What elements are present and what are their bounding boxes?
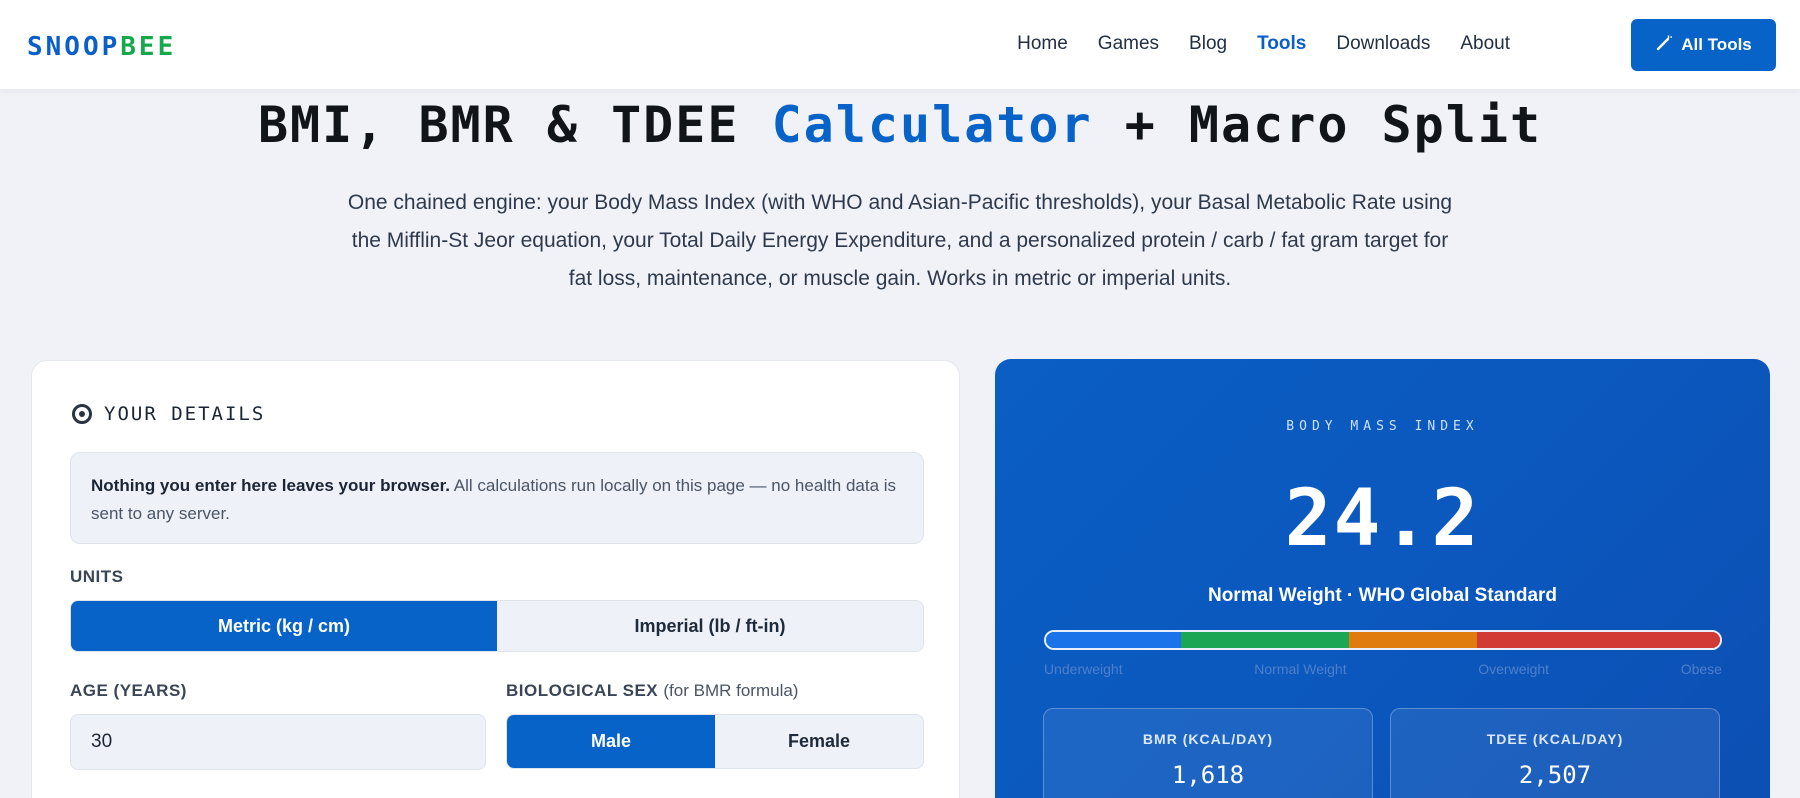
nav-menu: Home Games Blog Tools Downloads About — [987, 33, 1510, 55]
bmr-stat: BMR (KCAL/DAY) 1,618 — [1043, 708, 1373, 798]
bmr-label: BMR (KCAL/DAY) — [1142, 731, 1274, 747]
nav-blog[interactable]: Blog — [1189, 33, 1227, 55]
wand-icon — [1655, 34, 1673, 57]
scale-segment-overweight — [1349, 632, 1478, 648]
nav-games[interactable]: Games — [1098, 33, 1159, 55]
top-nav: SNOOPBEE Home Games Blog Tools Downloads… — [0, 0, 1800, 89]
title-highlight: Calculator — [771, 96, 1093, 154]
bmi-status: Normal Weight · WHO Global Standard — [1207, 585, 1558, 606]
all-tools-label: All Tools — [1681, 35, 1752, 54]
nav-home[interactable]: Home — [1017, 33, 1068, 55]
details-card: YOUR DETAILS Nothing you enter here leav… — [31, 360, 960, 798]
logo-part-1: SNOOP — [27, 32, 121, 62]
units-toggle: Metric (kg / cm) Imperial (lb / ft-in) — [70, 600, 924, 652]
scale-label-obese: Obese — [1680, 661, 1722, 677]
bmi-scale-labels: Underweight Normal Weight Overweight Obe… — [1044, 661, 1722, 677]
scale-segment-obese — [1477, 632, 1720, 648]
nav-about[interactable]: About — [1460, 33, 1510, 55]
scale-label-normal: Normal Weight — [1254, 661, 1347, 677]
nav-tools[interactable]: Tools — [1257, 33, 1306, 55]
tdee-label: TDEE (KCAL/DAY) — [1486, 731, 1624, 747]
title-part-a: BMI, BMR & TDEE — [257, 96, 772, 154]
sex-male-option[interactable]: Male — [507, 715, 715, 768]
gear-icon — [72, 404, 92, 424]
tdee-value: 2,507 — [1518, 761, 1592, 789]
age-label: AGE (YEARS) — [70, 681, 187, 700]
sex-female-option[interactable]: Female — [715, 715, 923, 768]
age-input[interactable]: 30 — [70, 714, 486, 770]
privacy-note-bold: Nothing you enter here leaves your brows… — [91, 476, 450, 495]
sex-toggle: Male Female — [506, 714, 924, 769]
results-card: BODY MASS INDEX 24.2 Normal Weight · WHO… — [995, 359, 1770, 798]
nav-downloads[interactable]: Downloads — [1336, 33, 1430, 55]
privacy-note: Nothing you enter here leaves your brows… — [70, 452, 924, 544]
bmi-scale-bar — [1044, 630, 1722, 650]
title-part-b: + Macro Split — [1092, 96, 1543, 154]
units-imperial-option[interactable]: Imperial (lb / ft-in) — [497, 601, 923, 651]
tdee-stat: TDEE (KCAL/DAY) 2,507 — [1390, 708, 1720, 798]
bmi-value: 24.2 — [1284, 474, 1481, 564]
bmr-value: 1,618 — [1171, 761, 1245, 789]
logo-part-2: BEE — [120, 32, 177, 62]
page-title: BMI, BMR & TDEE Calculator + Macro Split — [0, 96, 1800, 154]
sex-label: BIOLOGICAL SEX (for BMR formula) — [506, 681, 798, 701]
details-heading: YOUR DETAILS — [72, 403, 265, 425]
sex-label-note: (for BMR formula) — [663, 681, 799, 700]
page-subtitle: One chained engine: your Body Mass Index… — [347, 191, 1453, 290]
bmi-caption: BODY MASS INDEX — [1286, 419, 1479, 434]
logo[interactable]: SNOOPBEE — [27, 32, 176, 62]
units-label: UNITS — [70, 567, 124, 586]
scale-label-overweight: Overweight — [1478, 661, 1550, 677]
all-tools-button[interactable]: All Tools — [1631, 19, 1776, 71]
age-value: 30 — [91, 731, 113, 752]
sex-label-text: BIOLOGICAL SEX — [506, 681, 659, 700]
scale-segment-normal — [1180, 632, 1350, 648]
details-heading-text: YOUR DETAILS — [104, 403, 266, 425]
scale-segment-underweight — [1046, 632, 1181, 648]
units-metric-option[interactable]: Metric (kg / cm) — [71, 601, 497, 651]
scale-label-underweight: Underweight — [1044, 661, 1123, 677]
